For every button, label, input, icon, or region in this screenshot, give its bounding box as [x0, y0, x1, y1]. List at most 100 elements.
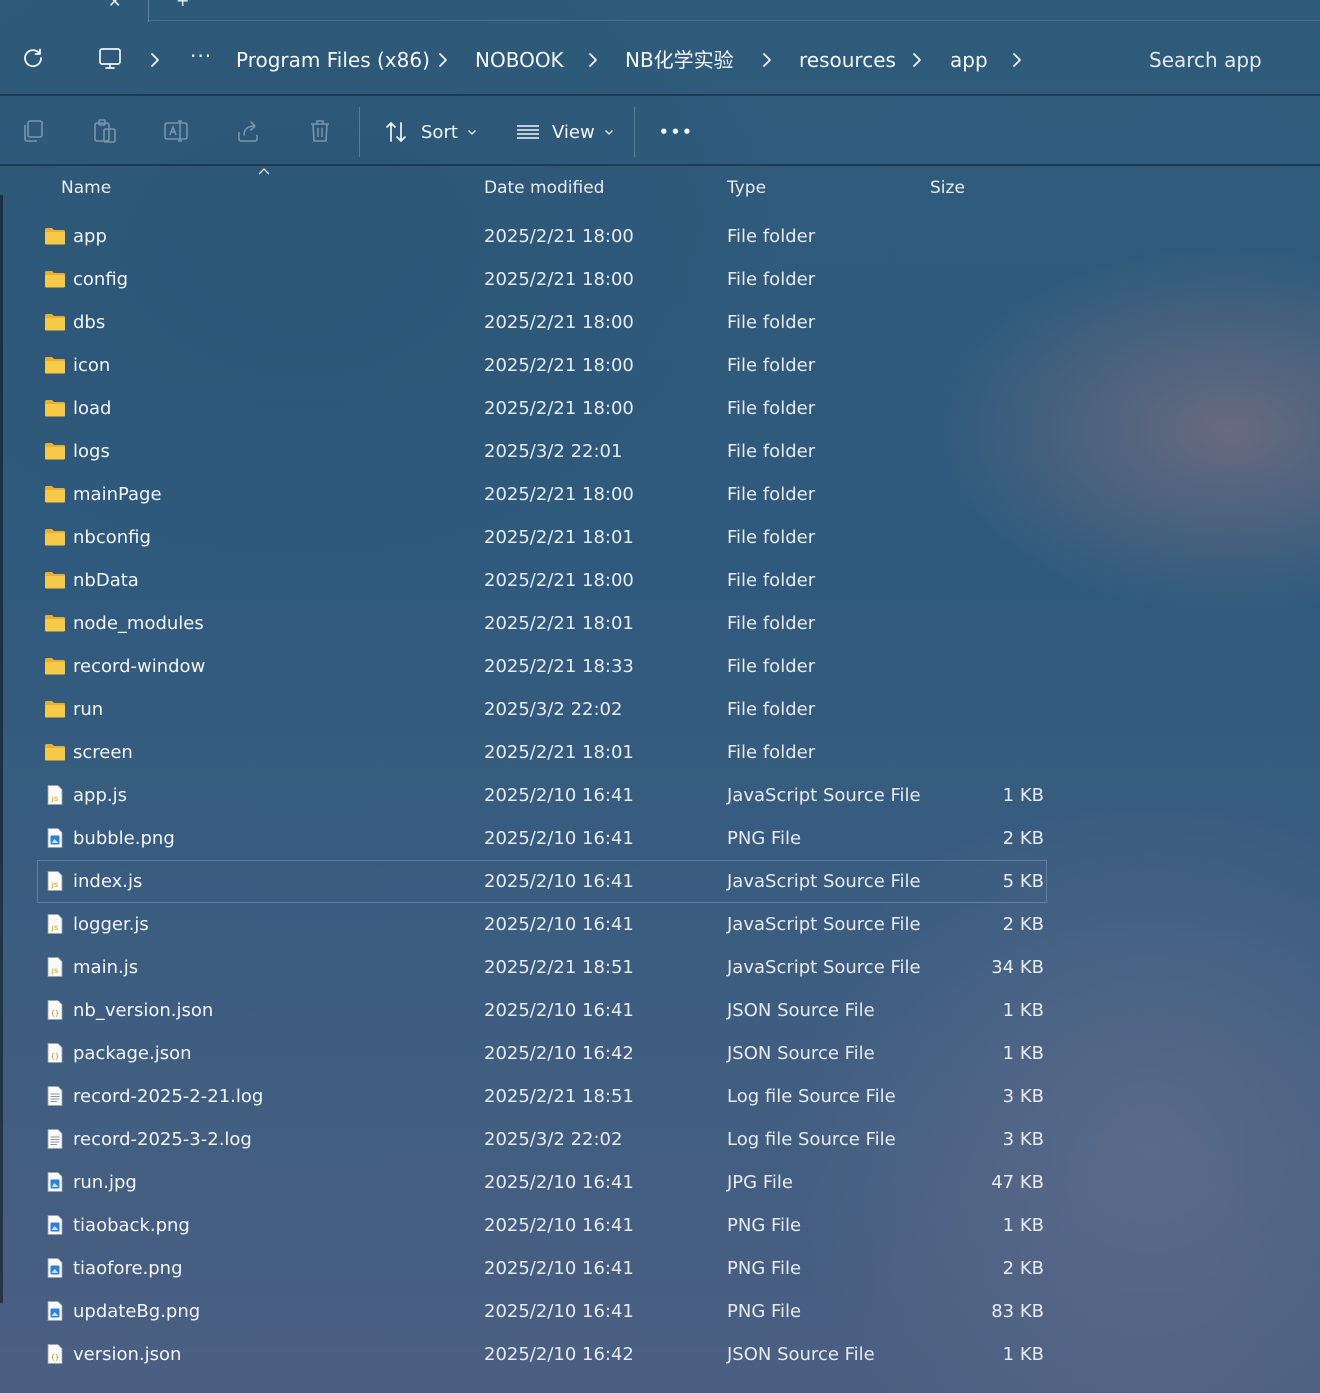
folder-icon — [44, 355, 66, 375]
file-name: nb_version.json — [73, 1000, 214, 1021]
view-list-icon — [517, 125, 539, 139]
file-row[interactable]: load 2025/2/21 18:00 File folder — [37, 387, 1047, 430]
folder-icon — [44, 570, 66, 590]
breadcrumb-item-program-files[interactable]: Program Files (x86) — [236, 47, 430, 73]
file-type: File folder — [727, 527, 816, 548]
view-button[interactable]: View — [515, 118, 614, 146]
search-input[interactable]: Search app — [1149, 47, 1262, 73]
file-row[interactable]: dbs 2025/2/21 18:00 File folder — [37, 301, 1047, 344]
delete-icon[interactable] — [307, 118, 333, 144]
paste-icon[interactable] — [92, 118, 118, 144]
this-pc-icon[interactable] — [98, 47, 122, 71]
file-row[interactable]: JS main.js 2025/2/21 18:51 JavaScript Sourc… — [37, 946, 1047, 989]
file-row[interactable]: nbData 2025/2/21 18:00 File folder — [37, 559, 1047, 602]
column-header-name[interactable]: Name — [61, 177, 111, 199]
file-row[interactable]: config 2025/2/21 18:00 File folder — [37, 258, 1047, 301]
file-row[interactable]: tiaoback.png 2025/2/10 16:41 PNG File 1 KB — [37, 1204, 1047, 1247]
column-header — [0, 166, 1320, 210]
svg-text:JS: JS — [50, 924, 58, 932]
file-row[interactable]: record-2025-2-21.log 2025/2/21 18:51 Log f… — [37, 1075, 1047, 1118]
file-row[interactable]: JS app.js 2025/2/10 16:41 JavaScript Source… — [37, 774, 1047, 817]
column-header-type[interactable]: Type — [727, 177, 766, 199]
file-row[interactable]: {} version.json 2025/2/10 16:42 JSON Source… — [37, 1333, 1047, 1376]
file-size: 1 KB — [1002, 785, 1044, 806]
breadcrumb-item-nobook[interactable]: NOBOOK — [475, 47, 564, 73]
file-row[interactable]: app 2025/2/21 18:00 File folder — [37, 215, 1047, 258]
js-file-icon: JS — [44, 871, 66, 891]
image-file-icon — [44, 1215, 66, 1235]
file-type: JSON Source File — [727, 1000, 875, 1021]
folder-icon — [44, 398, 66, 418]
breadcrumb-item-app[interactable]: app — [950, 47, 988, 73]
file-date-modified: 2025/2/21 18:51 — [484, 1086, 634, 1107]
file-size: 1 KB — [1002, 1000, 1044, 1021]
file-row[interactable]: JS index.js 2025/2/10 16:41 JavaScript Sour… — [37, 860, 1047, 903]
file-type: File folder — [727, 699, 816, 720]
new-tab-icon[interactable]: + — [176, 0, 189, 10]
file-row[interactable]: run.jpg 2025/2/10 16:41 JPG File 47 KB — [37, 1161, 1047, 1204]
file-name: screen — [73, 742, 133, 763]
chevron-right-icon[interactable] — [906, 49, 930, 71]
svg-text:JS: JS — [50, 795, 58, 803]
share-icon[interactable] — [235, 118, 261, 144]
file-type: File folder — [727, 484, 816, 505]
file-type: JavaScript Source File — [727, 785, 921, 806]
file-row[interactable]: nbconfig 2025/2/21 18:01 File folder — [37, 516, 1047, 559]
file-date-modified: 2025/2/21 18:00 — [484, 570, 634, 591]
column-header-size[interactable]: Size — [930, 177, 965, 199]
file-row[interactable]: run 2025/3/2 22:02 File folder — [37, 688, 1047, 731]
file-date-modified: 2025/2/21 18:00 — [484, 355, 634, 376]
chevron-right-icon[interactable] — [756, 49, 780, 71]
image-file-icon — [44, 1301, 66, 1321]
file-row[interactable]: bubble.png 2025/2/10 16:41 PNG File 2 KB — [37, 817, 1047, 860]
file-row[interactable]: logs 2025/3/2 22:01 File folder — [37, 430, 1047, 473]
file-row[interactable]: tiaofore.png 2025/2/10 16:41 PNG File 2 KB — [37, 1247, 1047, 1290]
column-header-date[interactable]: Date modified — [484, 177, 604, 199]
chevron-right-icon[interactable] — [144, 49, 168, 71]
file-type: PNG File — [727, 1215, 802, 1236]
file-row[interactable]: screen 2025/2/21 18:01 File folder — [37, 731, 1047, 774]
file-row[interactable]: record-window 2025/2/21 18:33 File folder — [37, 645, 1047, 688]
file-type: JavaScript Source File — [727, 914, 921, 935]
file-row[interactable]: JS logger.js 2025/2/10 16:41 JavaScript Sou… — [37, 903, 1047, 946]
file-name: version.json — [73, 1344, 182, 1365]
copy-icon[interactable] — [20, 118, 46, 144]
rename-icon[interactable] — [163, 118, 189, 144]
file-type: File folder — [727, 226, 816, 247]
chevron-right-icon[interactable] — [582, 49, 606, 71]
file-row[interactable]: icon 2025/2/21 18:00 File folder — [37, 344, 1047, 387]
chevron-down-icon — [467, 130, 476, 135]
file-name: dbs — [73, 312, 106, 333]
file-row[interactable]: updateBg.png 2025/2/10 16:41 PNG File 83 KB — [37, 1290, 1047, 1333]
file-type: JSON Source File — [727, 1043, 875, 1064]
file-row[interactable]: mainPage 2025/2/21 18:00 File folder — [37, 473, 1047, 516]
file-row[interactable]: {} package.json 2025/2/10 16:42 JSON Source… — [37, 1032, 1047, 1075]
file-name: tiaofore.png — [73, 1258, 183, 1279]
file-type: File folder — [727, 613, 816, 634]
breadcrumb-item-resources[interactable]: resources — [799, 47, 896, 73]
refresh-icon[interactable] — [22, 47, 44, 69]
file-type: PNG File — [727, 828, 802, 849]
file-date-modified: 2025/3/2 22:02 — [484, 1129, 623, 1150]
chevron-right-icon[interactable] — [1006, 49, 1030, 71]
file-row[interactable]: node_modules 2025/2/21 18:01 File folder — [37, 602, 1047, 645]
log-file-icon — [44, 1129, 66, 1149]
file-size: 1 KB — [1002, 1344, 1044, 1365]
file-date-modified: 2025/2/10 16:41 — [484, 914, 634, 935]
file-row[interactable]: record-2025-3-2.log 2025/3/2 22:02 Log fil… — [37, 1118, 1047, 1161]
file-date-modified: 2025/2/21 18:01 — [484, 527, 634, 548]
sort-button[interactable]: Sort — [384, 118, 477, 146]
breadcrumb-overflow-button[interactable]: ··· — [190, 44, 212, 68]
file-name: logger.js — [73, 914, 149, 935]
image-file-icon — [44, 1258, 66, 1278]
breadcrumb-item-nb-chemistry[interactable]: NB化学实验 — [625, 47, 734, 73]
file-row[interactable]: {} nb_version.json 2025/2/10 16:41 JSON Sou… — [37, 989, 1047, 1032]
chevron-right-icon[interactable] — [432, 49, 456, 71]
file-type: File folder — [727, 269, 816, 290]
file-type: File folder — [727, 656, 816, 677]
more-options-button[interactable]: ••• — [659, 118, 694, 146]
file-type: JPG File — [727, 1172, 793, 1193]
close-tab-icon[interactable]: ✕ — [108, 0, 121, 11]
file-date-modified: 2025/2/10 16:41 — [484, 828, 634, 849]
file-type: JavaScript Source File — [727, 957, 921, 978]
